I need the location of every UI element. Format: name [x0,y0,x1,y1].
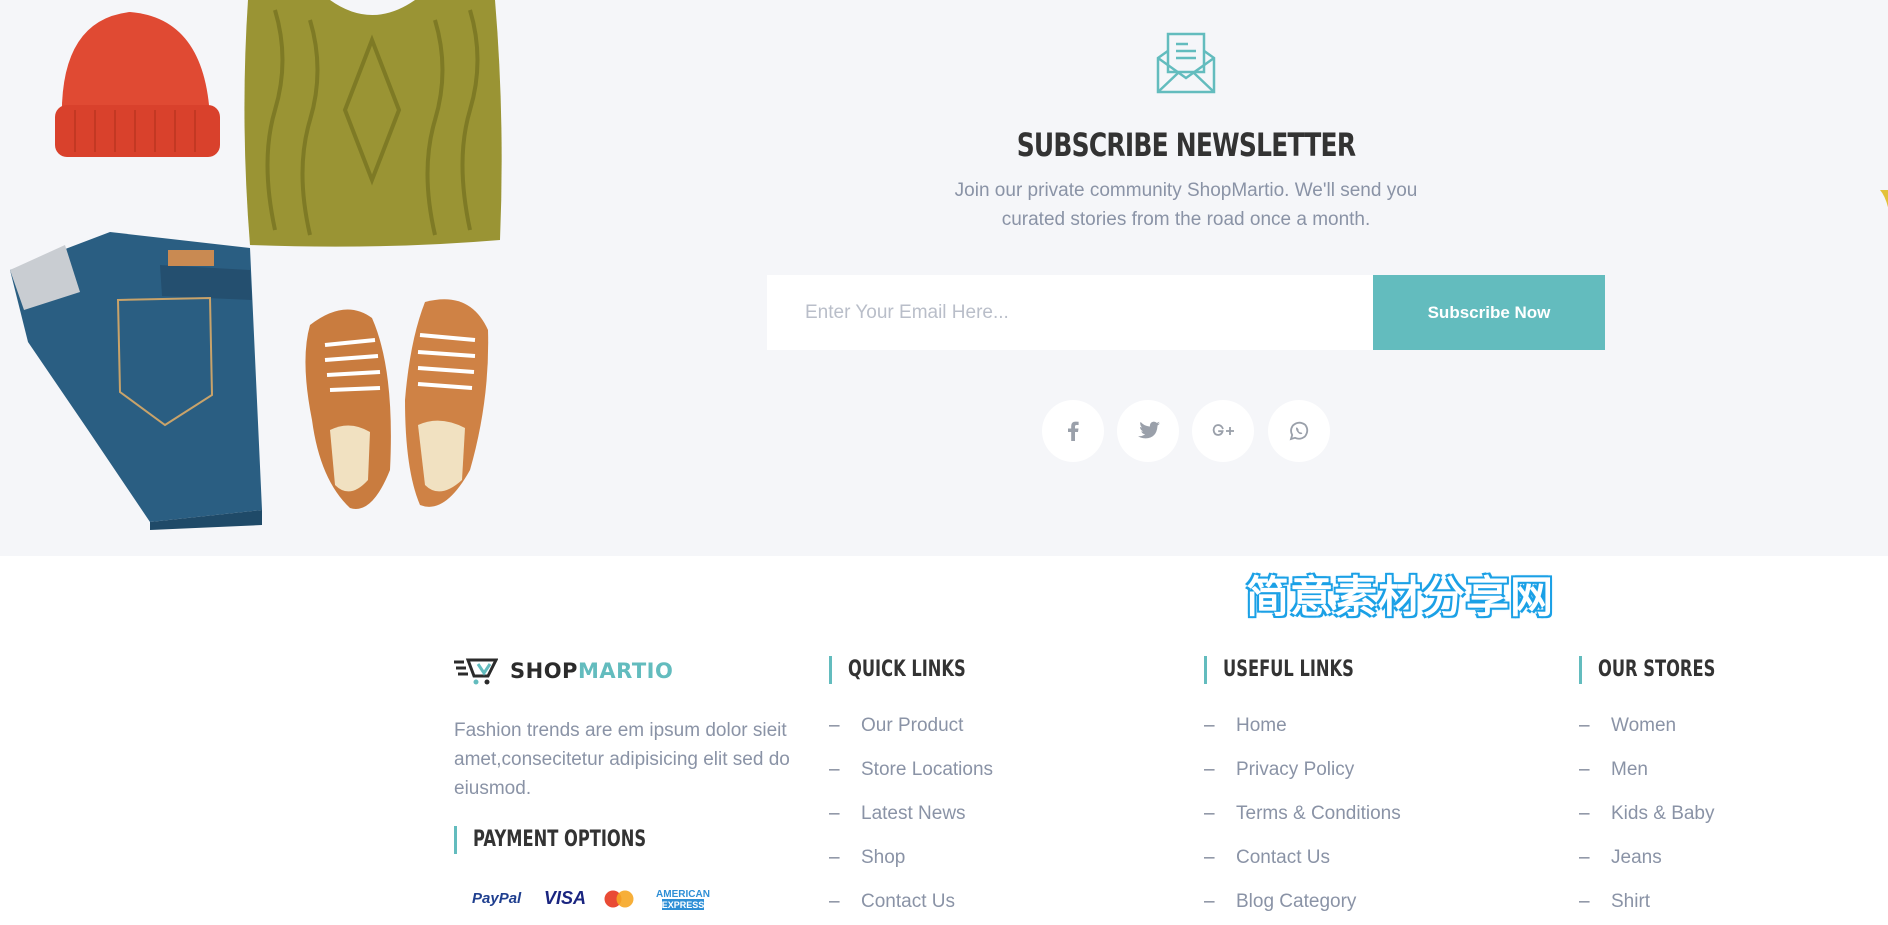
quick-links-list: – Our Product – Store Locations – Latest Ne… [829,704,993,924]
link-label: Store Locations [861,759,994,780]
dash-icon: – [829,803,840,824]
store-link-kids-baby[interactable]: – Kids & Baby [1579,792,1715,836]
link-label: Shirt [1611,891,1651,912]
useful-link-contact-us[interactable]: – Contact Us [1204,836,1401,880]
store-link-shirt[interactable]: – Shirt [1579,880,1715,924]
subscribe-button[interactable]: Subscribe Now [1373,275,1605,350]
mastercard-logo [604,890,634,908]
whatsapp-button[interactable] [1268,400,1330,462]
dash-icon: – [1204,891,1215,912]
link-label: Women [1611,715,1677,736]
quick-link-contact-us[interactable]: – Contact Us [829,880,993,924]
newsletter-section: SUBSCRIBE NEWSLETTER Join our private co… [0,0,1888,556]
cart-logo-icon [454,658,498,685]
quick-link-latest-news[interactable]: – Latest News [829,792,993,836]
partial-clothing-image [1880,190,1888,520]
link-label: Contact Us [1236,847,1330,868]
sneakers-image [305,299,489,509]
our-stores-list: – Women – Men – Kids & Baby – Jeans – Shirt [1579,704,1715,924]
useful-link-terms-conditions[interactable]: – Terms & Conditions [1204,792,1401,836]
link-label: Men [1611,759,1648,780]
brand-name-part: SHOP [510,659,578,683]
amex-logo: AMERICAN EXPRESS [652,887,714,911]
dash-icon: – [1204,803,1215,824]
quick-links-heading-text: QUICK LINKS [848,657,966,682]
dash-icon: – [1579,847,1590,868]
whatsapp-icon [1289,421,1309,441]
visa-logo: VISA [544,888,586,908]
dash-icon: – [1579,803,1590,824]
dash-icon: – [1579,715,1590,736]
jeans-image [10,232,262,530]
google-plus-button[interactable] [1192,400,1254,462]
brand-name: SHOPMARTIO [510,659,673,683]
useful-links-heading-text: USEFUL LINKS [1223,657,1354,682]
email-input[interactable] [767,275,1373,350]
amex-line: AMERICAN [656,889,710,900]
dash-icon: – [1204,715,1215,736]
quick-links-heading: QUICK LINKS [829,656,1007,684]
brand-name-part: MARTIO [577,659,674,683]
google-plus-icon [1212,424,1234,436]
watermark-text: 简意素材分享网 [1246,573,1554,623]
our-stores-heading: OUR STORES [1579,656,1757,684]
useful-links-heading: USEFUL LINKS [1204,656,1400,684]
link-label: Latest News [861,803,966,824]
clothing-illustration [10,0,502,530]
payment-logos: PayPal VISA AMERICAN EXPRESS [472,887,714,911]
beanie-image [55,12,220,157]
twitter-button[interactable] [1117,400,1179,462]
link-label: Contact Us [861,891,955,912]
useful-links-list: – Home – Privacy Policy – Terms & Condition… [1204,704,1401,924]
facebook-button[interactable] [1042,400,1104,462]
brand-logo[interactable]: SHOPMARTIO [454,655,673,687]
dash-icon: – [829,759,840,780]
about-text: Fashion trends are em ipsum dolor sieit … [454,720,790,799]
link-label: Our Product [861,715,964,736]
dash-icon: – [1204,847,1215,868]
dash-icon: – [829,847,840,868]
link-label: Terms & Conditions [1236,803,1401,824]
store-link-jeans[interactable]: – Jeans [1579,836,1715,880]
link-label: Kids & Baby [1611,803,1715,824]
link-label: Jeans [1611,847,1662,868]
sweater-image [244,0,502,247]
useful-link-privacy-policy[interactable]: – Privacy Policy [1204,748,1401,792]
newsletter-description: Join our private community ShopMartio. W… [936,176,1436,234]
facebook-icon [1068,421,1079,441]
quick-link-store-locations[interactable]: – Store Locations [829,748,993,792]
payment-options-heading: PAYMENT OPTIONS [454,826,707,854]
link-label: Privacy Policy [1236,759,1355,780]
dash-icon: – [1204,759,1215,780]
link-label: Shop [861,847,906,868]
link-label: Blog Category [1236,891,1357,912]
amex-line: EXPRESS [662,900,705,910]
useful-link-home[interactable]: – Home [1204,704,1401,748]
twitter-icon [1138,421,1160,439]
newsletter-title: SUBSCRIBE NEWSLETTER [1016,126,1356,164]
dash-icon: – [1579,759,1590,780]
paypal-logo: PayPal [472,890,522,907]
store-link-women[interactable]: – Women [1579,704,1715,748]
store-link-men[interactable]: – Men [1579,748,1715,792]
our-stores-heading-text: OUR STORES [1598,657,1716,682]
dash-icon: – [829,715,840,736]
quick-link-our-product[interactable]: – Our Product [829,704,993,748]
payment-options-heading-text: PAYMENT OPTIONS [473,827,647,852]
newsletter-description-line: Join our private community ShopMartio. W… [954,180,1418,201]
newsletter-description-line: curated stories from the road once a mon… [1001,209,1371,230]
envelope-icon [1156,32,1216,94]
link-label: Home [1236,715,1287,736]
dash-icon: – [1579,891,1590,912]
useful-link-blog-category[interactable]: – Blog Category [1204,880,1401,924]
dash-icon: – [829,891,840,912]
quick-link-shop[interactable]: – Shop [829,836,993,880]
